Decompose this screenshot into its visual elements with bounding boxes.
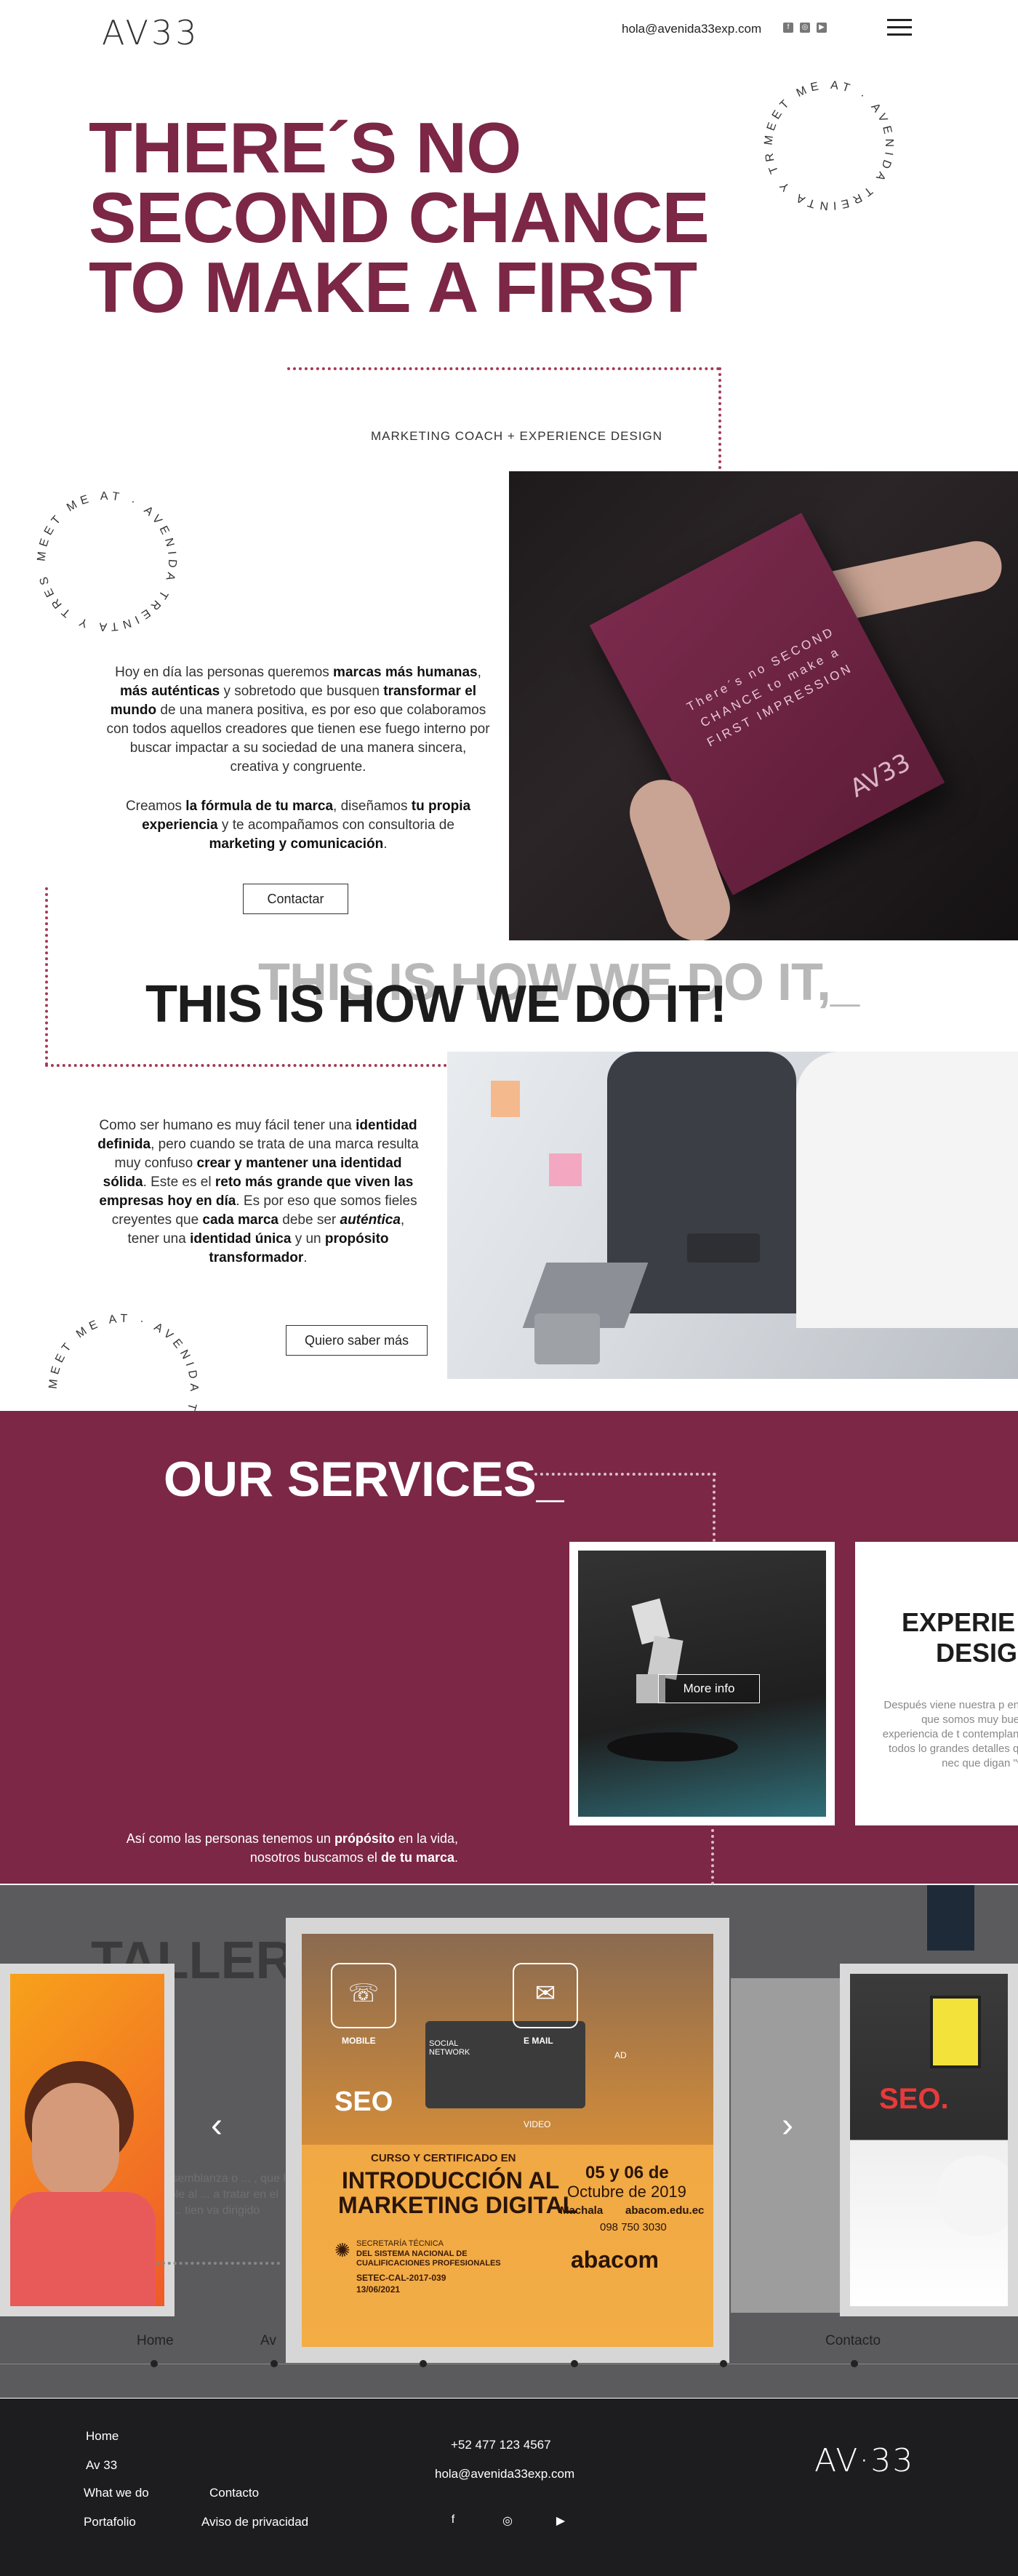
flyer-label: SEO: [334, 2087, 393, 2117]
footer-link-what-we-do[interactable]: What we do: [84, 2486, 149, 2500]
flyer-course: CURSO Y CERTIFICADO EN: [371, 2152, 516, 2164]
footer: [0, 2399, 1018, 2576]
youtube-icon[interactable]: ▶: [553, 2513, 569, 2529]
workshop-flyer: ☏ MOBILE ✉ E MAIL SOCIAL NETWORK AD SEO …: [302, 1934, 713, 2347]
footer-link-privacy[interactable]: Aviso de privacidad: [201, 2515, 308, 2529]
instagram-icon[interactable]: ◎: [800, 23, 810, 33]
footer-link-av33[interactable]: Av 33: [86, 2458, 117, 2473]
timeline-dot[interactable]: [571, 2360, 578, 2367]
book-text: There´s no SECOND CHANCE to make a FIRST…: [684, 624, 856, 750]
logo[interactable]: AV33: [102, 13, 200, 52]
carousel-slide-ghost: [731, 1978, 840, 2313]
flyer-title: MARKETING DIGITAL: [338, 2192, 577, 2218]
flyer-date: 05 y 06 de: [585, 2163, 669, 2183]
carousel-slide-left[interactable]: [0, 1964, 175, 2316]
meet-me-ring: MEET ME AT · AVENIDA TREINTA Y TRES ·: [29, 484, 178, 633]
how-paragraph: Como ser humano es muy fácil tener una i…: [97, 1118, 419, 1265]
about-paragraph-1: Hoy en día las personas queremos marcas …: [106, 665, 490, 775]
carousel-slide-right[interactable]: SEO.: [840, 1964, 1018, 2316]
instagram-icon[interactable]: ◎: [500, 2513, 516, 2529]
divider: [718, 367, 721, 469]
flyer-label: E MAIL: [524, 2036, 553, 2046]
facebook-icon[interactable]: f: [445, 2513, 461, 2529]
flyer-label: AD: [614, 2050, 627, 2060]
footer-link-portafolio[interactable]: Portafolio: [84, 2515, 136, 2529]
book-logo: AV33: [845, 748, 915, 804]
ring-text: MEET ME AT · AVENIDA TREINTA Y TRES ·: [756, 73, 891, 212]
divider: [534, 1473, 716, 1476]
footer-link-contacto[interactable]: Contacto: [209, 2486, 259, 2500]
hero-title: THERE´S NO SECOND CHANCE TO MAKE A FIRST: [89, 108, 710, 327]
flyer-city: Machala: [560, 2204, 604, 2217]
service-card-title: EXPERIE: [902, 1607, 1016, 1637]
office-photo: [447, 1052, 1018, 1379]
flyer-label: MOBILE: [342, 2036, 376, 2046]
footer-logo[interactable]: AV·33: [814, 2442, 914, 2479]
flyer-small: DEL SISTEMA NACIONAL DE CUALIFICACIONES …: [356, 2249, 501, 2268]
services-title: OUR SERVICES_: [164, 1452, 564, 1507]
about-paragraph-2: Creamos la fórmula de tu marca, diseñamo…: [125, 799, 471, 852]
workshops-bg-text: ve semblanza o ... , que le hable al ...…: [156, 2172, 292, 2217]
section-title: THIS IS HOW WE DO IT!: [145, 975, 727, 1033]
flyer-label: SOCIAL NETWORK: [429, 2039, 470, 2057]
timeline-dot[interactable]: [720, 2360, 727, 2367]
service-card[interactable]: More info: [569, 1542, 835, 1825]
timeline-dot[interactable]: [151, 2360, 158, 2367]
divider: [156, 2262, 280, 2265]
learn-more-button[interactable]: Quiero saber más: [286, 1325, 428, 1356]
divider: [713, 1473, 716, 1542]
service-card-text: Después viene nuestra p en lo que somos …: [882, 1699, 1018, 1769]
flyer-phone: 098 750 3030: [600, 2221, 667, 2233]
menu-icon[interactable]: [887, 19, 912, 36]
hero-subtitle: MARKETING COACH + EXPERIENCE DESIGN: [371, 429, 663, 443]
carousel-slide-active[interactable]: ☏ MOBILE ✉ E MAIL SOCIAL NETWORK AD SEO …: [286, 1918, 729, 2363]
service-card-title: DESIG: [936, 1638, 1018, 1668]
timeline-label-contacto[interactable]: Contacto: [825, 2333, 881, 2349]
svg-text:MEET ME AT · AVENIDA TREINTA Y: MEET ME AT · AVENIDA TREINTA Y TRES ·: [29, 484, 178, 633]
flyer-brand: abacom: [571, 2247, 659, 2273]
divider: [45, 887, 48, 1065]
flyer-date: Octubre de 2019: [567, 2183, 686, 2201]
book-photo: There´s no SECOND CHANCE to make a FIRST…: [509, 471, 1018, 940]
footer-link-home[interactable]: Home: [86, 2429, 119, 2444]
flyer-web: abacom.edu.ec: [625, 2204, 705, 2217]
service-card[interactable]: EXPERIE DESIG Después viene nuestra p en…: [855, 1542, 1018, 1825]
timeline-label-home[interactable]: Home: [137, 2333, 174, 2349]
facebook-icon[interactable]: f: [783, 23, 793, 33]
timeline-label-av[interactable]: Av: [260, 2333, 276, 2349]
footer-phone[interactable]: +52 477 123 4567: [451, 2438, 551, 2452]
envelope-icon: ✉: [513, 1963, 578, 2028]
header-email-link[interactable]: hola@avenida33exp.com: [622, 22, 761, 36]
contact-button[interactable]: Contactar: [243, 884, 348, 914]
timeline-dot[interactable]: [851, 2360, 858, 2367]
seo-sign: SEO.: [879, 2083, 949, 2115]
svg-text:MEET ME AT · AVENIDA TREINTA Y: MEET ME AT · AVENIDA TREINTA Y TRES ·: [756, 73, 895, 212]
youtube-icon[interactable]: ▶: [817, 23, 827, 33]
decor-block: [927, 1885, 974, 1951]
timeline-dot[interactable]: [270, 2360, 278, 2367]
flyer-small: 13/06/2021: [356, 2284, 401, 2295]
services-footer-text: Así como las personas tenemos un própósi…: [126, 1831, 458, 1865]
flyer-title: INTRODUCCIÓN AL: [342, 2167, 560, 2193]
phone-icon: ☏: [331, 1963, 396, 2028]
flyer-small: SETEC-CAL-2017-039: [356, 2273, 446, 2283]
flyer-small: SECRETARÍA TÉCNICA: [356, 2239, 444, 2248]
carousel-next-icon[interactable]: ›: [782, 2105, 793, 2145]
meet-me-ring: MEET ME AT · AVENIDA TREINTA Y TRES ·: [756, 73, 895, 212]
divider: [287, 367, 720, 370]
carousel-prev-icon[interactable]: ‹: [211, 2105, 223, 2145]
seal-icon: ✺: [334, 2239, 350, 2261]
ring-text: MEET ME AT · AVENIDA TREINTA Y TRES ·: [29, 484, 174, 633]
more-info-button[interactable]: More info: [658, 1674, 760, 1703]
footer-email[interactable]: hola@avenida33exp.com: [435, 2467, 574, 2481]
flyer-label: VIDEO: [524, 2119, 551, 2129]
service-card-image: More info: [578, 1551, 826, 1817]
timeline-dot[interactable]: [420, 2360, 427, 2367]
